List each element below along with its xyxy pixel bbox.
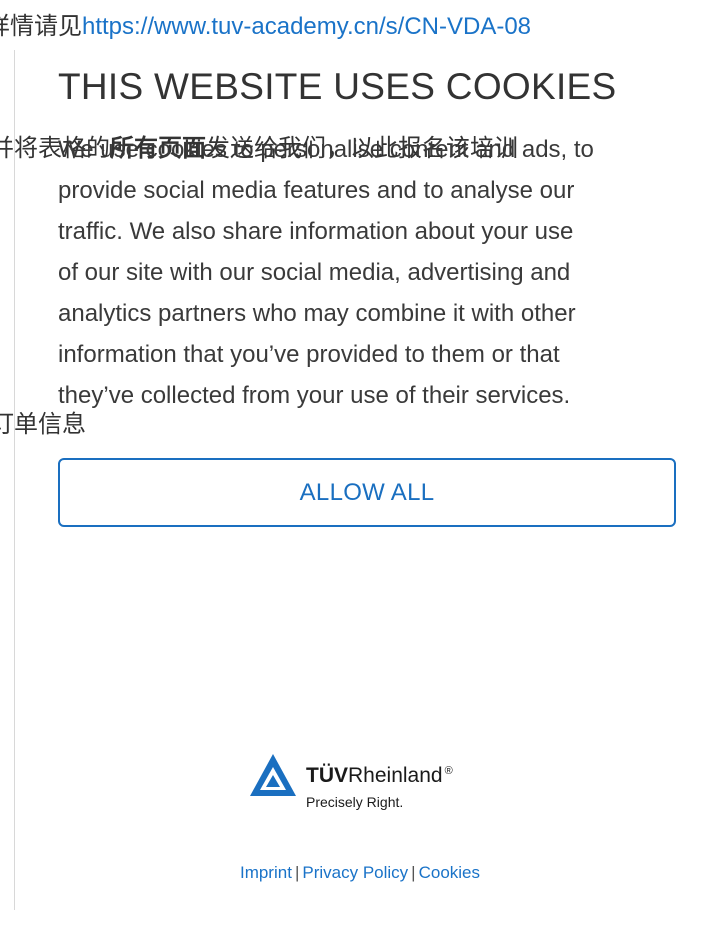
logo-brand-bold: TÜV xyxy=(306,764,348,787)
background-course-link[interactable]: https://www.tuv-academy.cn/s/CN-VDA-08 xyxy=(82,13,531,40)
tuv-rheinland-logo: TÜVRheinland ® Precisely Right. xyxy=(248,752,508,816)
logo-registered-mark: ® xyxy=(444,765,453,777)
cookies-link[interactable]: Cookies xyxy=(419,863,480,882)
privacy-policy-link[interactable]: Privacy Policy xyxy=(302,863,408,882)
triangle-logo-icon xyxy=(250,754,296,796)
cookie-text-line: analytics partners who may combine it wi… xyxy=(58,300,576,327)
logo-brand-rest: Rheinland xyxy=(348,764,443,787)
footer-separator: | xyxy=(411,863,416,882)
background-detail-text: 详情请见 xyxy=(0,13,82,40)
background-detail-line: 详情请见https://www.tuv-academy.cn/s/CN-VDA-… xyxy=(0,6,531,41)
footer-links: Imprint | Privacy Policy | Cookies xyxy=(0,863,720,883)
cookie-text-line: of our site with our social media, adver… xyxy=(58,259,571,286)
cookie-text-line: traffic. We also share information about… xyxy=(58,218,574,245)
page-left-edge xyxy=(14,50,15,910)
cookie-text-line: they’ve collected from your use of their… xyxy=(58,382,571,409)
imprint-link[interactable]: Imprint xyxy=(240,863,292,882)
logo-wordmark: TÜVRheinland ® xyxy=(306,764,453,788)
cookie-text-line: provide social media features and to ana… xyxy=(58,177,575,204)
footer-separator: | xyxy=(294,863,300,882)
logo-tagline: Precisely Right. xyxy=(306,794,404,810)
cookie-banner-title: THIS WEBSITE USES COOKIES xyxy=(58,66,617,107)
cookie-text-line: We use cookies to personalise content an… xyxy=(58,136,594,163)
cookie-text-line: information that you’ve provided to them… xyxy=(58,341,560,368)
allow-all-button[interactable]: ALLOW ALL xyxy=(58,458,676,527)
